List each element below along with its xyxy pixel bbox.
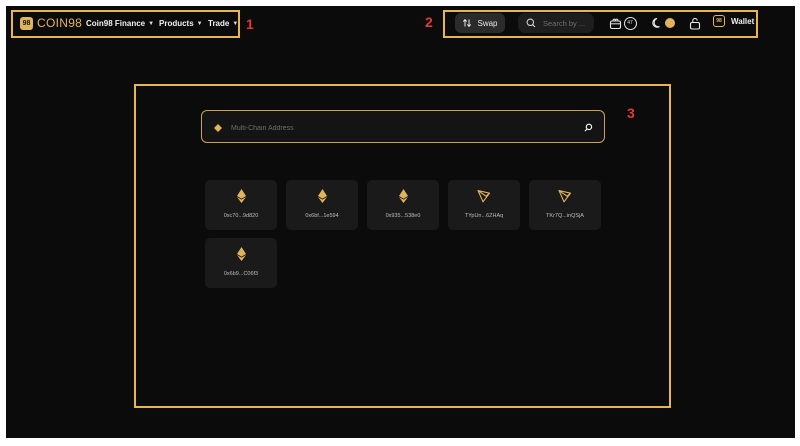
annotation-label-2: 2 xyxy=(425,14,433,30)
highlight-box-1 xyxy=(11,10,240,38)
annotation-label-3: 3 xyxy=(627,105,635,121)
highlight-box-2 xyxy=(443,10,758,38)
annotation-label-1: 1 xyxy=(246,16,254,32)
highlight-box-3 xyxy=(134,84,671,408)
